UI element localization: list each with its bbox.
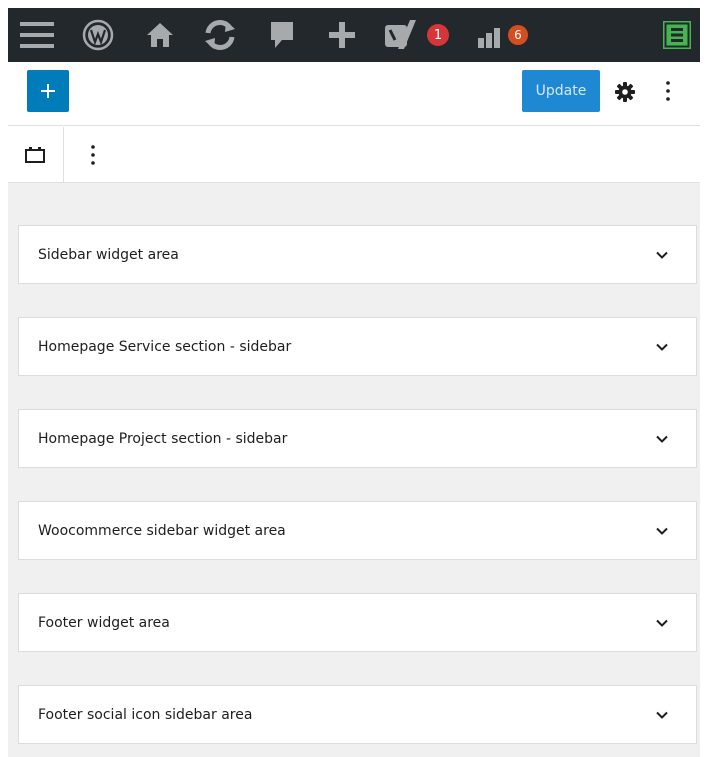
chevron-down-icon	[656, 343, 668, 351]
widget-area-panel[interactable]: Woocommerce sidebar widget area	[18, 501, 697, 560]
chevron-down-icon	[656, 619, 668, 627]
widget-area-panel[interactable]: Homepage Service section - sidebar	[18, 317, 697, 376]
admin-bar: 1 6	[8, 8, 700, 62]
site-home-link[interactable]	[140, 8, 180, 62]
editor-header: Update	[8, 62, 700, 126]
widget-area-panel[interactable]: Sidebar widget area	[18, 225, 697, 284]
comments-link[interactable]	[264, 8, 300, 62]
widget-area-title: Homepage Project section - sidebar	[38, 430, 288, 447]
widget-area-panel[interactable]: Footer social icon sidebar area	[18, 685, 697, 744]
widget-area-title: Footer social icon sidebar area	[38, 706, 253, 723]
refresh-icon	[205, 20, 235, 50]
widget-areas-list: Sidebar widget area Homepage Service sec…	[8, 183, 700, 757]
stats-badge: 6	[508, 25, 528, 45]
stats-icon	[478, 28, 500, 48]
elementor-menu[interactable]	[660, 8, 694, 62]
widget-area-panel[interactable]: Homepage Project section - sidebar	[18, 409, 697, 468]
chevron-down-icon	[656, 711, 668, 719]
more-options-icon[interactable]	[88, 143, 98, 167]
updates-link[interactable]	[198, 8, 242, 62]
elementor-icon	[663, 21, 691, 49]
widget-area-title: Footer widget area	[38, 614, 170, 631]
comment-icon	[271, 22, 293, 48]
widget-area-panel[interactable]: Footer widget area	[18, 593, 697, 652]
plus-icon	[329, 22, 355, 48]
new-content-link[interactable]	[322, 8, 362, 62]
more-options-icon[interactable]	[663, 79, 673, 103]
plus-icon	[41, 84, 55, 98]
toolbar-divider	[63, 127, 64, 183]
stats-menu[interactable]: 6	[476, 8, 536, 62]
widget-area-title: Woocommerce sidebar widget area	[38, 522, 286, 539]
menu-icon	[20, 22, 54, 48]
block-inserter-button[interactable]	[27, 70, 69, 112]
chevron-down-icon	[656, 435, 668, 443]
chevron-down-icon	[656, 251, 668, 259]
update-button[interactable]: Update	[522, 70, 600, 112]
widget-area-title: Homepage Service section - sidebar	[38, 338, 292, 355]
block-toolbar	[8, 127, 700, 183]
gear-icon[interactable]	[614, 81, 636, 103]
widget-area-icon[interactable]	[24, 145, 46, 165]
yoast-badge: 1	[427, 24, 449, 46]
yoast-icon	[385, 20, 416, 49]
widget-area-title: Sidebar widget area	[38, 246, 179, 263]
menu-toggle[interactable]	[8, 8, 66, 62]
chevron-down-icon	[656, 527, 668, 535]
home-icon	[147, 23, 173, 47]
wordpress-logo-icon	[82, 19, 114, 51]
yoast-menu[interactable]: 1	[384, 8, 454, 62]
wordpress-menu[interactable]	[76, 8, 120, 62]
